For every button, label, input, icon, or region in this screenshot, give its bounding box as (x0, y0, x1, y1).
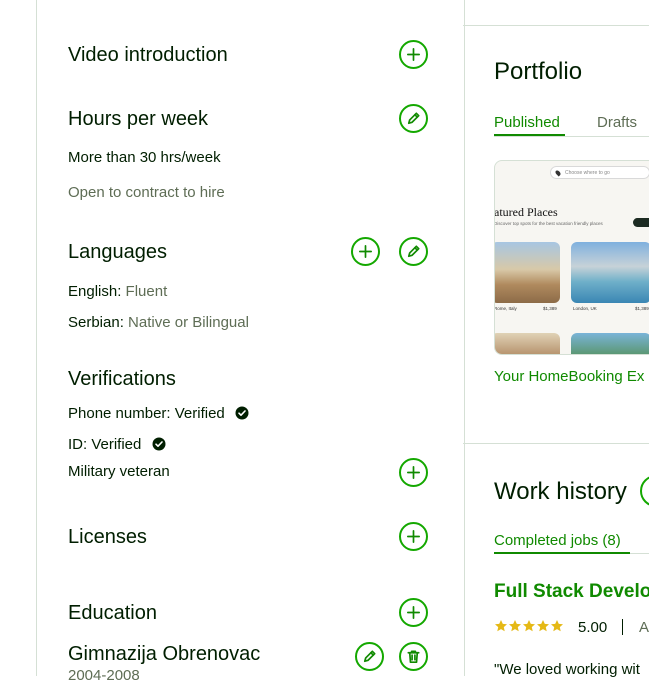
profile-sidebar (36, 0, 465, 676)
work-history-action-button[interactable] (640, 475, 649, 507)
plus-icon (358, 244, 373, 259)
tab-published[interactable]: Published (494, 114, 560, 131)
language-serbian: Serbian: Native or Bilingual (68, 314, 249, 331)
mock-subheading: Discover top spots for the best vacation… (494, 221, 603, 226)
tabs-underline (630, 553, 649, 554)
mock-place-rome: Rome, Italy (494, 306, 517, 311)
add-video-button[interactable] (399, 40, 428, 69)
education-school: Gimnazija Obrenovac (68, 643, 261, 665)
phone-verified: Phone number: Verified (68, 405, 249, 422)
mock-search-text: Choose where to go (565, 170, 610, 176)
add-language-button[interactable] (351, 237, 380, 266)
hours-per-week-title: Hours per week (68, 108, 209, 130)
plus-icon (406, 605, 421, 620)
plus-icon (406, 529, 421, 544)
tab-completed-jobs[interactable]: Completed jobs (8) (494, 532, 621, 549)
language-name: English: (68, 283, 122, 300)
languages-title: Languages (68, 241, 167, 263)
job-review-quote: "We loved working wit (494, 661, 640, 678)
delete-education-button[interactable] (399, 642, 428, 671)
hours-value: More than 30 hrs/week (68, 149, 221, 166)
mock-image-trees (571, 333, 649, 354)
id-verified-label: ID: Verified (68, 436, 142, 453)
mock-pill-button (633, 218, 649, 227)
trash-icon (407, 650, 420, 664)
portfolio-card[interactable]: Choose where to go atured Places Discove… (494, 160, 649, 355)
phone-verified-label: Phone number: Verified (68, 405, 225, 422)
job-title-link[interactable]: Full Stack Develo (494, 581, 649, 603)
edit-languages-button[interactable] (399, 237, 428, 266)
verified-check-icon (235, 406, 249, 420)
map-pin-icon (554, 169, 562, 177)
mock-price-london: $1,389 (635, 306, 649, 311)
contract-to-hire-note: Open to contract to hire (68, 184, 225, 201)
tab-drafts[interactable]: Drafts (597, 114, 637, 131)
language-level: Native or Bilingual (128, 314, 249, 331)
job-dates-truncated: A (639, 619, 649, 636)
pencil-icon (407, 112, 420, 125)
add-military-veteran-button[interactable] (399, 458, 428, 487)
military-veteran-label: Military veteran (68, 463, 170, 480)
id-verified: ID: Verified (68, 436, 166, 453)
language-english: English: Fluent (68, 283, 167, 300)
mock-image-london (571, 242, 649, 303)
rating-separator (622, 619, 623, 635)
mock-image-arch (495, 333, 560, 354)
add-education-button[interactable] (399, 598, 428, 627)
mock-heading: atured Places (494, 205, 558, 219)
job-rating-value: 5.00 (578, 619, 608, 636)
star-rating-icon (495, 620, 563, 632)
pencil-icon (363, 650, 376, 663)
portfolio-card-caption[interactable]: Your HomeBooking Ex (494, 368, 644, 385)
edit-education-button[interactable] (355, 642, 384, 671)
verified-check-icon (152, 437, 166, 451)
plus-icon (406, 465, 421, 480)
mock-search-bar: Choose where to go (550, 166, 649, 179)
tabs-underline (494, 136, 649, 137)
mock-image-rome (495, 242, 560, 303)
job-rating-stars (494, 619, 564, 638)
pencil-icon (407, 245, 420, 258)
active-tab-indicator (494, 552, 630, 554)
work-history-title: Work history (494, 478, 627, 505)
language-level: Fluent (125, 283, 168, 300)
add-license-button[interactable] (399, 522, 428, 551)
edit-hours-button[interactable] (399, 104, 428, 133)
language-name: Serbian: (68, 314, 124, 331)
mock-place-london: London, UK (573, 306, 597, 311)
licenses-title: Licenses (68, 526, 147, 548)
verifications-title: Verifications (68, 368, 176, 390)
video-introduction-title: Video introduction (68, 44, 228, 66)
mock-price-rome: $1,389 (543, 306, 557, 311)
portfolio-title: Portfolio (494, 58, 583, 85)
section-divider (463, 443, 649, 444)
education-title: Education (68, 602, 157, 624)
plus-icon (406, 47, 421, 62)
section-divider (463, 25, 649, 26)
